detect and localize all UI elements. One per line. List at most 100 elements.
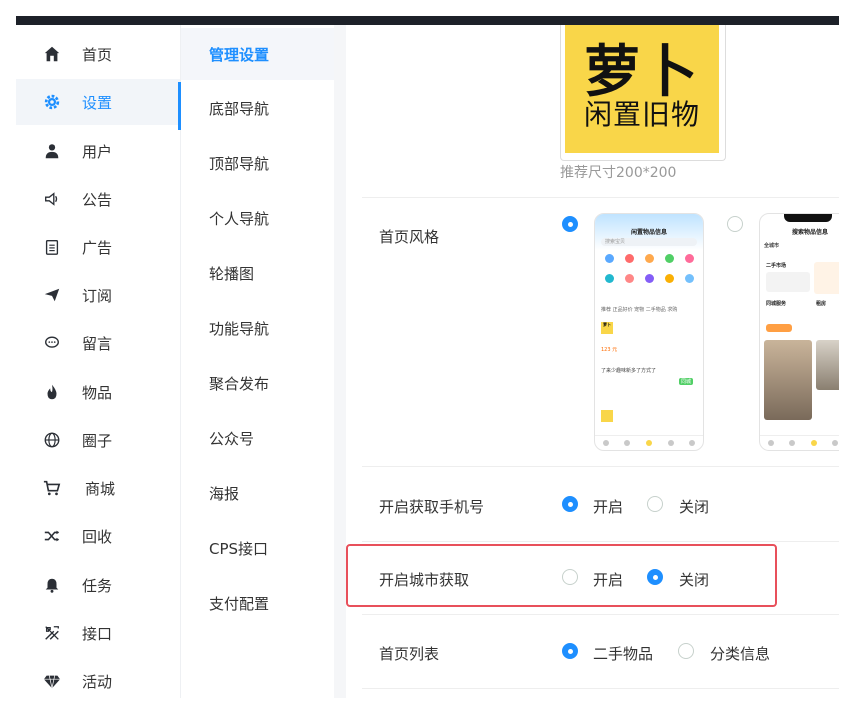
homepage-style-preview-2[interactable]: 搜索物品信息 全城市 二手市场 同城服务 租房 <box>759 213 839 451</box>
phone-number-off-radio[interactable] <box>647 496 663 512</box>
settings-subnav: 管理设置 底部导航 顶部导航 个人导航 轮播图 功能导航 聚合发布 公众号 海报… <box>178 25 334 698</box>
top-bar <box>16 16 839 25</box>
subnav-item-label: 个人导航 <box>209 209 270 228</box>
sidebar-item-home[interactable]: 首页 <box>16 31 180 77</box>
preview-card-badge: 同城 <box>679 378 694 385</box>
logo-image: 萝卜 闲置旧物 <box>565 25 719 153</box>
preview-photo-2 <box>816 340 839 390</box>
homepage-list-secondhand-label[interactable]: 二手物品 <box>593 643 653 664</box>
speaker-icon <box>42 189 62 209</box>
phone-number-off-label[interactable]: 关闭 <box>679 496 709 517</box>
city-fetch-off-radio[interactable] <box>647 569 663 585</box>
homepage-list-secondhand-radio[interactable] <box>562 643 578 659</box>
sidebar-item-label: 商城 <box>85 479 116 498</box>
subnav-item-management[interactable]: 管理设置 <box>181 28 334 80</box>
sidebar-item-events[interactable]: 活动 <box>16 658 180 704</box>
sidebar-item-label: 订阅 <box>82 286 113 305</box>
subnav-item-carousel[interactable]: 轮播图 <box>181 247 334 299</box>
homepage-style-radio-1[interactable] <box>562 216 578 232</box>
divider <box>362 541 839 542</box>
bell-icon <box>42 575 62 595</box>
sidebar-item-label: 圈子 <box>82 431 113 450</box>
paper-plane-icon <box>42 285 62 305</box>
gear-icon <box>42 92 62 112</box>
sidebar-item-label: 物品 <box>82 383 113 402</box>
sidebar-item-mall[interactable]: 商城 <box>16 465 180 511</box>
subnav-item-top-nav[interactable]: 顶部导航 <box>181 137 334 189</box>
preview-tabbar <box>595 435 703 450</box>
sidebar-item-announcements[interactable]: 公告 <box>16 176 180 222</box>
preview-title: 闲置物品信息 <box>630 229 667 236</box>
homepage-style-preview-1[interactable]: 闲置物品信息 搜索宝贝 推荐 正品好价 宠物 二手物品 求购 萝卜 123 元 … <box>594 213 704 451</box>
settings-main: 萝卜 闲置旧物 推荐尺寸200*200 首页风格 闲置物品信息 搜索宝贝 推荐 … <box>346 25 839 698</box>
preview-tabs: 推荐 正品好价 宠物 二手物品 求购 <box>601 307 678 313</box>
subnav-item-poster[interactable]: 海报 <box>181 467 334 519</box>
sidebar: 首页 设置 用户 公告 广告 订阅 留言 物品 圈子 商城 回收 任务 接口 活… <box>16 25 181 698</box>
logo-small-text: 闲置旧物 <box>583 98 700 131</box>
subnav-item-label: 管理设置 <box>209 45 270 64</box>
fire-icon <box>42 382 62 402</box>
sidebar-item-users[interactable]: 用户 <box>16 128 180 174</box>
preview-card-logo: 萝卜 <box>601 322 613 334</box>
sidebar-item-label: 广告 <box>82 238 113 257</box>
preview-card: 萝卜 123 元 了来少趣味新多了方式了 同城 <box>601 322 697 392</box>
subnav-item-bottom-nav[interactable]: 底部导航 <box>178 82 334 134</box>
logo-upload[interactable]: 萝卜 闲置旧物 <box>560 25 726 161</box>
phone-number-on-radio[interactable] <box>562 496 578 512</box>
sidebar-item-api[interactable]: 接口 <box>16 610 180 656</box>
homepage-style-radio-2[interactable] <box>727 216 743 232</box>
subnav-item-official-account[interactable]: 公众号 <box>181 412 334 464</box>
sidebar-item-ads[interactable]: 广告 <box>16 224 180 270</box>
homepage-style-label: 首页风格 <box>379 228 440 246</box>
sidebar-item-label: 留言 <box>82 334 113 353</box>
sidebar-item-label: 设置 <box>82 93 113 112</box>
logo-size-hint: 推荐尺寸200*200 <box>560 165 677 181</box>
preview-card-desc: 了来少趣味新多了方式了 <box>601 368 657 374</box>
sidebar-item-label: 首页 <box>82 45 113 64</box>
subnav-item-label: 轮播图 <box>209 264 255 283</box>
sidebar-item-tasks[interactable]: 任务 <box>16 562 180 608</box>
divider <box>362 688 839 689</box>
phone-notch <box>784 214 832 222</box>
subnav-item-payment-config[interactable]: 支付配置 <box>181 577 334 629</box>
preview-tabbar <box>760 435 839 450</box>
subnav-item-label: 功能导航 <box>209 319 270 338</box>
diamond-icon <box>42 671 62 691</box>
globe-icon <box>42 430 62 450</box>
phone-number-label: 开启获取手机号 <box>379 498 485 516</box>
sidebar-item-settings[interactable]: 设置 <box>16 79 180 125</box>
preview-card-logo-2 <box>601 410 613 422</box>
homepage-list-category-label[interactable]: 分类信息 <box>710 643 770 664</box>
sidebar-item-recycle[interactable]: 回收 <box>16 513 180 559</box>
sidebar-item-items[interactable]: 物品 <box>16 369 180 415</box>
subnav-item-label: CPS接口 <box>209 539 269 558</box>
sidebar-item-circles[interactable]: 圈子 <box>16 417 180 463</box>
preview-search: 搜索宝贝 <box>601 238 697 246</box>
tools-icon <box>42 623 62 643</box>
home-icon <box>42 44 62 64</box>
divider <box>362 197 839 198</box>
homepage-list-category-radio[interactable] <box>678 643 694 659</box>
subnav-item-label: 支付配置 <box>209 594 270 613</box>
sidebar-item-subscriptions[interactable]: 订阅 <box>16 272 180 318</box>
sidebar-item-label: 接口 <box>82 624 113 643</box>
city-fetch-off-label[interactable]: 关闭 <box>679 569 709 590</box>
sidebar-item-messages[interactable]: 留言 <box>16 320 180 366</box>
phone-number-on-label[interactable]: 开启 <box>593 496 623 517</box>
subnav-item-function-nav[interactable]: 功能导航 <box>181 302 334 354</box>
divider <box>362 466 839 467</box>
subnav-item-label: 公众号 <box>209 429 255 448</box>
subnav-item-label: 顶部导航 <box>209 154 270 173</box>
subnav-item-label: 底部导航 <box>209 99 270 118</box>
subnav-item-personal-nav[interactable]: 个人导航 <box>181 192 334 244</box>
subnav-item-aggregate-publish[interactable]: 聚合发布 <box>181 357 334 409</box>
city-fetch-on-radio[interactable] <box>562 569 578 585</box>
panel-divider <box>334 25 346 698</box>
preview-section-2: 同城服务 <box>766 301 787 307</box>
shuffle-icon <box>42 526 62 546</box>
subnav-item-cps-api[interactable]: CPS接口 <box>181 522 334 574</box>
sidebar-item-label: 活动 <box>82 672 113 691</box>
homepage-list-label: 首页列表 <box>379 645 440 663</box>
city-fetch-on-label[interactable]: 开启 <box>593 569 623 590</box>
preview-section-3: 租房 <box>816 301 827 307</box>
